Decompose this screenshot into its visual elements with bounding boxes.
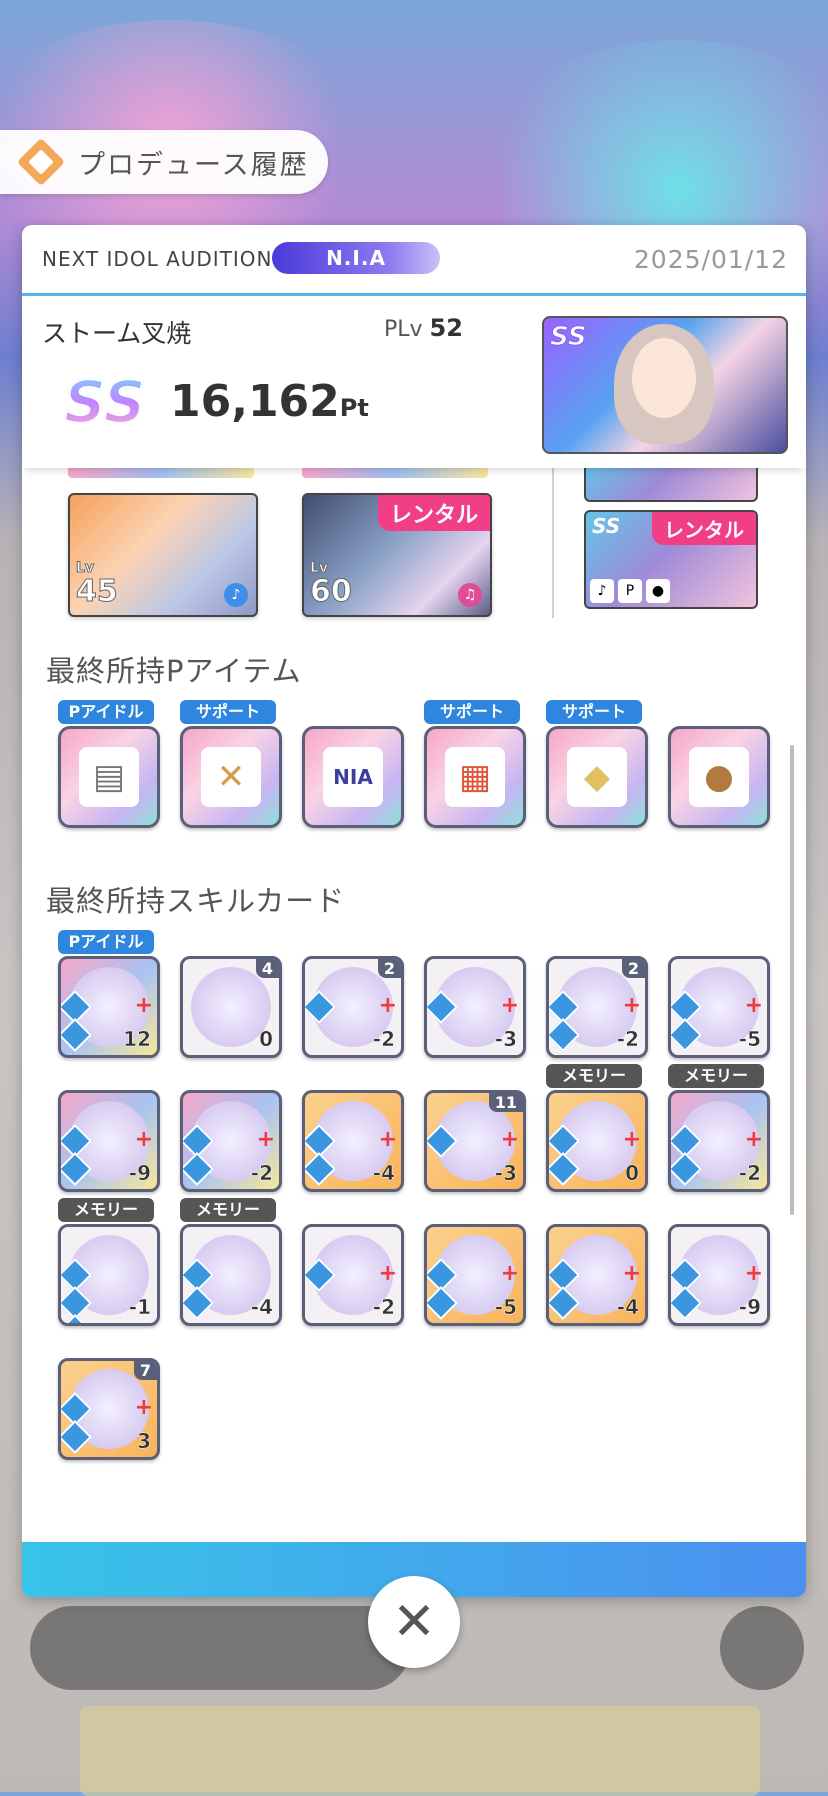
- rental-badge: レンタル: [377, 495, 490, 531]
- result-summary: ストーム叉焼 PLv 52 SS 16,162Pt SS: [22, 296, 806, 468]
- rank-badge: SS: [63, 367, 146, 437]
- history-diamond-icon: [16, 137, 66, 187]
- skill-card[interactable]: 40: [180, 956, 282, 1058]
- skill-card[interactable]: +0: [546, 1090, 648, 1192]
- support-card-level: Lv 60: [310, 560, 353, 610]
- skill-card[interactable]: + -9: [58, 1090, 160, 1192]
- history-scroll-area[interactable]: Lv 45 ♪ レンタル Lv 60 ♫ レンタル SS ♪ P ● 最終所持Pアイテム…: [22, 468, 806, 1568]
- history-panel: NEXT IDOL AUDITION N.I.A 2025/01/12 ストーム…: [22, 225, 806, 1597]
- p-idol-tag: Pアイドル: [58, 930, 154, 954]
- p-item[interactable]: ✕: [180, 726, 282, 828]
- idol-portrait[interactable]: SS: [542, 316, 788, 454]
- support-card[interactable]: レンタル Lv 60 ♫: [302, 493, 492, 617]
- card-type-icon: ♪: [224, 583, 248, 607]
- p-item[interactable]: ▦: [424, 726, 526, 828]
- skill-card[interactable]: 2 + -2: [546, 956, 648, 1058]
- divider: [552, 468, 554, 618]
- skill-card[interactable]: + -2: [668, 1090, 770, 1192]
- producer-name: ストーム叉焼: [42, 319, 192, 348]
- skill-card[interactable]: +12: [58, 956, 160, 1058]
- towel-icon: ◆: [567, 747, 627, 807]
- audition-badge: N.I.A: [272, 242, 440, 274]
- scrollbar[interactable]: [790, 745, 794, 1215]
- ramen-icon: ▦: [445, 747, 505, 807]
- skill-card[interactable]: -4: [180, 1224, 282, 1326]
- p-idol-tag: Pアイドル: [58, 700, 154, 724]
- support-card[interactable]: Lv 45 ♪: [68, 493, 258, 617]
- support-tag: サポート: [424, 700, 520, 724]
- mic-icon: ♫: [458, 583, 482, 607]
- background-nav-bar: [30, 1606, 410, 1690]
- background-banner: [80, 1706, 760, 1796]
- skill-card[interactable]: -1: [58, 1224, 160, 1326]
- support-card-level: Lv 45: [76, 560, 119, 610]
- p-item[interactable]: NIA: [302, 726, 404, 828]
- memory-card[interactable]: [584, 468, 758, 502]
- produce-history-header: プロデュース履歴: [0, 130, 328, 194]
- skill-card[interactable]: 7 +3: [58, 1358, 160, 1460]
- skill-card[interactable]: + -5: [424, 1224, 526, 1326]
- skill-card[interactable]: + -9: [668, 1224, 770, 1326]
- tablet-icon: ▤: [79, 747, 139, 807]
- wood-icon: ✕: [201, 747, 261, 807]
- memory-tag: メモリー: [180, 1198, 276, 1222]
- nia-emblem-icon: NIA: [323, 747, 383, 807]
- skill-card[interactable]: + -2: [302, 1224, 404, 1326]
- produce-date: 2025/01/12: [633, 245, 788, 274]
- close-button[interactable]: ✕: [368, 1576, 460, 1668]
- audition-label: NEXT IDOL AUDITION: [42, 247, 273, 271]
- skill-cards-title: 最終所持スキルカード: [46, 884, 346, 918]
- p-item[interactable]: ●: [668, 726, 770, 828]
- background-menu-button: [720, 1606, 804, 1690]
- p-item[interactable]: ▤: [58, 726, 160, 828]
- idol-rank-badge: SS: [550, 322, 588, 353]
- memory-rank-badge: SS: [592, 514, 621, 538]
- skill-card[interactable]: + -5: [668, 956, 770, 1058]
- memory-tag: メモリー: [546, 1064, 642, 1088]
- memory-card-icons: ♪ P ●: [590, 579, 670, 603]
- support-tag: サポート: [546, 700, 642, 724]
- bag-icon: ●: [689, 747, 749, 807]
- skill-card[interactable]: + -4: [546, 1224, 648, 1326]
- skill-card[interactable]: + -2: [180, 1090, 282, 1192]
- panel-header: NEXT IDOL AUDITION N.I.A 2025/01/12: [22, 225, 806, 296]
- skill-card[interactable]: 11 + -3: [424, 1090, 526, 1192]
- plv-display: PLv 52: [384, 314, 463, 342]
- p-items-title: 最終所持Pアイテム: [46, 654, 302, 688]
- skill-card[interactable]: + -4: [302, 1090, 404, 1192]
- support-tag: サポート: [180, 700, 276, 724]
- memory-card[interactable]: レンタル SS ♪ P ●: [584, 510, 758, 609]
- rental-badge: レンタル: [652, 512, 756, 545]
- memory-tag: メモリー: [668, 1064, 764, 1088]
- score: 16,162Pt: [170, 376, 369, 427]
- skill-card[interactable]: 2 + -2: [302, 956, 404, 1058]
- skill-card[interactable]: + -3: [424, 956, 526, 1058]
- memory-tag: メモリー: [58, 1198, 154, 1222]
- page-title: プロデュース履歴: [78, 149, 309, 181]
- p-item[interactable]: ◆: [546, 726, 648, 828]
